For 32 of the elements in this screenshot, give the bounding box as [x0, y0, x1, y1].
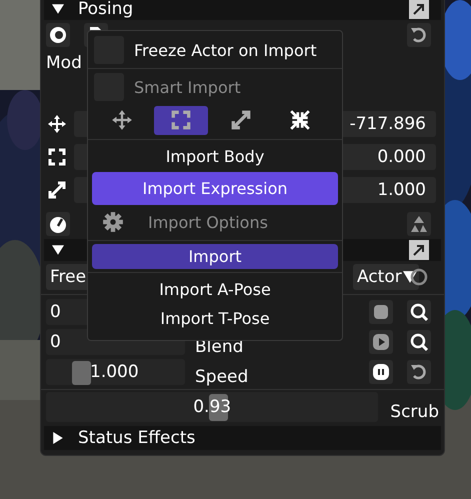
section-title[interactable]: Posing — [78, 0, 134, 19]
menu-item[interactable]: Import T-Pose — [92, 305, 338, 332]
undo-icon[interactable] — [407, 360, 431, 384]
checkbox-label[interactable]: Freeze Actor on Import — [134, 40, 317, 60]
field-label: Speed — [195, 367, 248, 387]
rotate-icon[interactable] — [46, 146, 68, 166]
recycle-icon[interactable] — [407, 212, 431, 236]
caret-icon[interactable] — [403, 271, 417, 283]
eye-icon[interactable] — [46, 23, 70, 47]
menu-item[interactable]: Import Expression — [92, 172, 338, 205]
gauge-icon[interactable] — [46, 212, 70, 236]
pause-icon[interactable] — [369, 360, 393, 384]
undo-icon[interactable] — [407, 23, 431, 47]
resize-icon[interactable] — [46, 180, 68, 200]
popout-icon[interactable] — [409, 0, 429, 19]
play-icon[interactable] — [369, 330, 393, 354]
move-icon[interactable] — [46, 114, 68, 134]
target-dropdown[interactable]: Actor — [353, 264, 419, 290]
stop-icon[interactable] — [369, 300, 393, 324]
expand-icon[interactable] — [52, 432, 64, 444]
field-label: Scrub — [390, 402, 439, 422]
section-label: Mod — [46, 53, 82, 73]
menu-header: Import Options — [148, 212, 268, 232]
scrub-slider[interactable]: 0.93 — [46, 392, 378, 422]
popout-icon[interactable] — [409, 240, 429, 260]
search-icon[interactable] — [407, 300, 431, 324]
collapse-icon[interactable] — [52, 244, 64, 256]
import-button[interactable]: Import — [92, 244, 338, 269]
rotate-icon[interactable] — [154, 106, 208, 134]
speed-slider[interactable]: 1.000 — [46, 359, 185, 385]
collapse-icon[interactable] — [52, 3, 64, 15]
search-icon[interactable] — [407, 330, 431, 354]
